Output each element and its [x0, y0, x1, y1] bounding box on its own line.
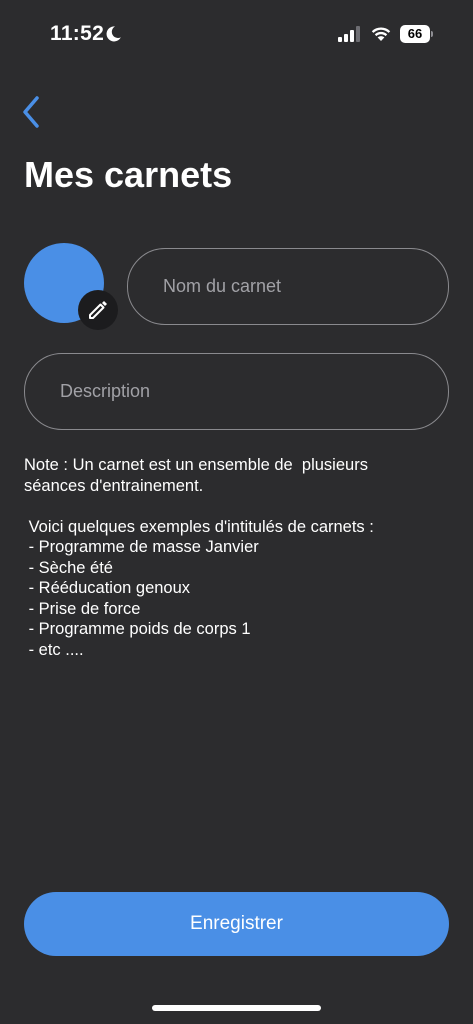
wifi-icon	[371, 27, 391, 41]
status-time: 11:52	[50, 22, 105, 45]
note-line	[24, 496, 449, 517]
note-line: - Programme poids de corps 1	[24, 620, 251, 638]
description-input[interactable]	[24, 353, 449, 430]
note-line: Note : Un carnet est un ensemble de plus…	[24, 456, 368, 474]
pencil-icon	[89, 301, 107, 319]
home-indicator[interactable]	[152, 1005, 321, 1011]
back-button[interactable]	[18, 94, 48, 130]
battery-icon: 66	[400, 25, 433, 43]
moon-icon	[106, 26, 121, 42]
note-text: Note : Un carnet est un ensemble de plus…	[24, 455, 449, 660]
battery-level: 66	[400, 25, 430, 43]
status-bar: 11:52 66	[0, 0, 473, 70]
save-button[interactable]: Enregistrer	[24, 892, 449, 956]
edit-avatar-button[interactable]	[78, 290, 118, 330]
note-line: - Prise de force	[24, 599, 141, 618]
note-line: Voici quelques exemples d'intitulés de c…	[24, 517, 374, 536]
note-line: - Sèche été	[24, 558, 113, 577]
chevron-left-icon	[23, 96, 39, 128]
notebook-name-input[interactable]	[127, 248, 449, 325]
note-line: - Rééducation genoux	[24, 579, 191, 597]
note-line: séances d'entrainement.	[24, 476, 204, 495]
note-line: - etc ....	[24, 640, 84, 659]
note-line: - Programme de masse Janvier	[24, 538, 259, 556]
battery-cap	[431, 31, 433, 37]
signal-icon	[338, 26, 360, 42]
page-title: Mes carnets	[24, 154, 233, 195]
